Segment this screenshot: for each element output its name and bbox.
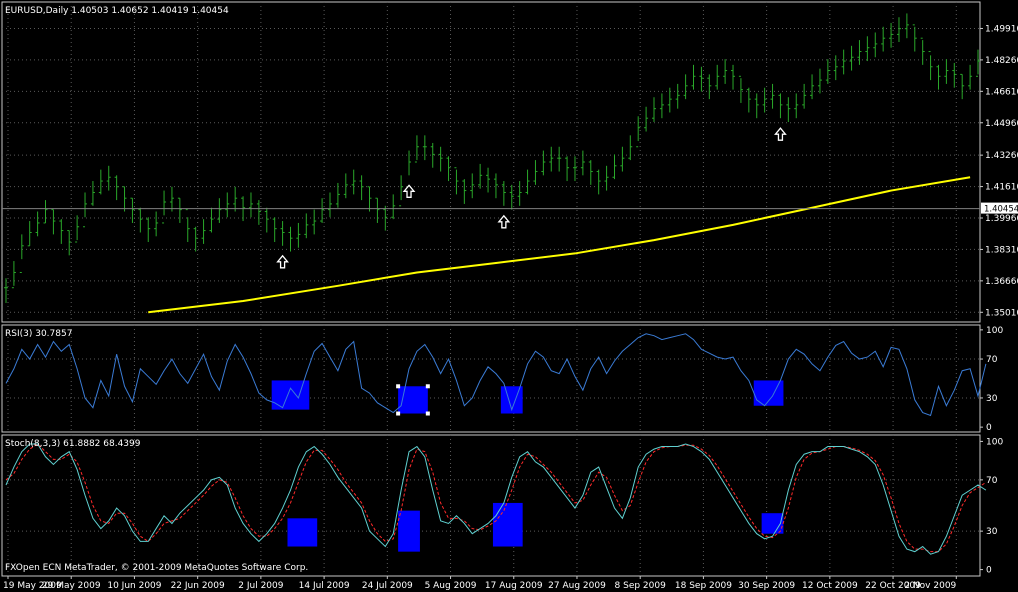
x-tick-label: 2 Nov 2009 [904, 581, 956, 591]
stochastic-highlight-box[interactable] [287, 518, 318, 547]
rsi-highlight-box[interactable] [271, 380, 310, 410]
stochastic-y-tick-label: 100 [986, 437, 1003, 447]
price-y-tick-label: 1.49910 [985, 24, 1018, 34]
rsi-y-tick-label: 100 [986, 326, 1003, 336]
x-tick-label: 2 Jul 2009 [238, 581, 283, 591]
x-tick-label: 22 Jun 2009 [171, 581, 225, 591]
square-handle-icon[interactable] [396, 411, 401, 416]
x-tick-label: 5 Aug 2009 [425, 581, 477, 591]
x-tick-label: 24 Jul 2009 [362, 581, 413, 591]
x-tick-label: 29 May 2009 [42, 581, 101, 591]
price-y-tick-label: 1.44960 [985, 119, 1018, 129]
x-tick-label: 12 Oct 2009 [802, 581, 858, 591]
x-tick-label: 30 Sep 2009 [738, 581, 795, 591]
price-y-tick-label: 1.43260 [985, 151, 1018, 161]
rsi-y-tick-label: 30 [986, 394, 998, 404]
rsi-panel-title: RSI(3) 30.7857 [5, 329, 72, 339]
price-y-tick-label: 1.39960 [985, 214, 1018, 224]
chart-footer-copyright: FXOpen ECN MetaTrader, © 2001-2009 MetaQ… [5, 563, 308, 573]
square-handle-icon[interactable] [396, 384, 401, 389]
square-handle-icon[interactable] [425, 411, 430, 416]
x-tick-label: 27 Aug 2009 [548, 581, 606, 591]
stochastic-y-tick-label: 30 [986, 527, 998, 537]
stochastic-y-tick-label: 70 [986, 476, 998, 486]
stochastic-panel-title: Stoch(8,3,3) 61.8882 68.4399 [5, 439, 141, 449]
stochastic-highlight-box[interactable] [492, 502, 523, 547]
rsi-y-tick-label: 70 [986, 355, 998, 365]
price-panel-title: EURUSD,Daily 1.40503 1.40652 1.40419 1.4… [5, 6, 229, 16]
price-y-tick-label: 1.38310 [985, 245, 1018, 255]
x-tick-label: 14 Jul 2009 [299, 581, 350, 591]
x-tick-label: 18 Sep 2009 [675, 581, 732, 591]
stochastic-highlight-box[interactable] [398, 510, 420, 552]
price-y-tick-label: 1.41610 [985, 183, 1018, 193]
metatrader-chart[interactable]: EURUSD,Daily 1.40503 1.40652 1.40419 1.4… [0, 0, 1018, 592]
stochastic-y-tick-label: 0 [986, 566, 992, 576]
x-tick-label: 8 Sep 2009 [615, 581, 667, 591]
current-price-label: 1.40454 [981, 202, 1018, 215]
price-y-tick-label: 1.46610 [985, 87, 1018, 97]
price-y-tick-label: 1.35010 [985, 308, 1018, 318]
rsi-y-tick-label: 0 [986, 423, 992, 433]
price-y-tick-label: 1.48260 [985, 56, 1018, 66]
x-tick-label: 10 Jun 2009 [107, 581, 161, 591]
current-price-value: 1.40454 [984, 205, 1018, 215]
x-tick-label: 17 Aug 2009 [485, 581, 543, 591]
square-handle-icon[interactable] [425, 384, 430, 389]
price-y-tick-label: 1.36660 [985, 277, 1018, 287]
